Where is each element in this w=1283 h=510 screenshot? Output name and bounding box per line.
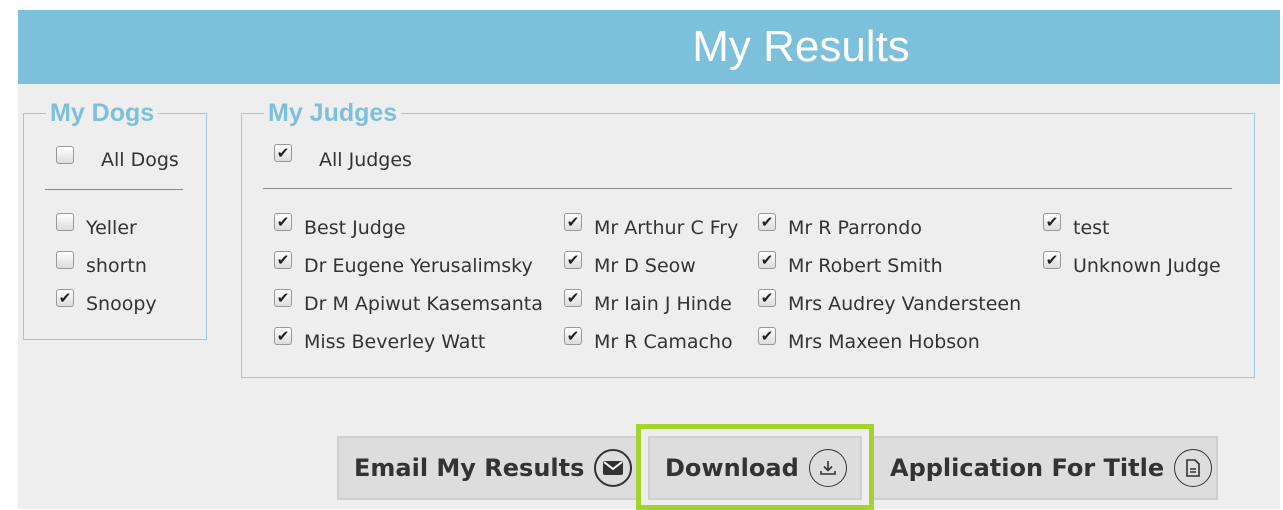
application-for-title-button[interactable]: Application For Title — [872, 436, 1218, 500]
judges-divider — [263, 188, 1232, 189]
judge-label[interactable]: Best Judge — [304, 217, 406, 239]
judge-label[interactable]: Dr Eugene Yerusalimsky — [304, 255, 533, 277]
judge-label[interactable]: Mr D Seow — [594, 255, 696, 277]
email-my-results-label: Email My Results — [354, 454, 585, 482]
judge-label[interactable]: Mr Iain J Hinde — [594, 293, 732, 315]
judge-label[interactable]: Unknown Judge — [1073, 255, 1221, 277]
judge-label[interactable]: Mr Arthur C Fry — [594, 217, 738, 239]
all-judges-label[interactable]: All Judges — [319, 149, 412, 171]
all-dogs-label[interactable]: All Dogs — [101, 149, 179, 171]
judge-label[interactable]: Mr R Camacho — [594, 331, 733, 353]
download-focus-highlight — [636, 424, 874, 510]
my-judges-legend: My Judges — [268, 99, 398, 127]
judge-checkbox[interactable]: ✔ — [564, 213, 582, 231]
dog-label-shortn[interactable]: shortn — [86, 255, 147, 277]
judge-label[interactable]: test — [1073, 217, 1110, 239]
dog-label-snoopy[interactable]: Snoopy — [86, 293, 157, 315]
judge-label[interactable]: Mr R Parrondo — [788, 217, 922, 239]
envelope-icon — [594, 449, 633, 487]
judge-label[interactable]: Mr Robert Smith — [788, 255, 943, 277]
dog-checkbox-yeller[interactable] — [56, 213, 74, 231]
judge-checkbox[interactable]: ✔ — [1043, 251, 1061, 269]
dog-checkbox-snoopy[interactable]: ✔ — [56, 289, 74, 307]
judge-checkbox[interactable]: ✔ — [564, 251, 582, 269]
dog-checkbox-shortn[interactable] — [56, 251, 74, 269]
judge-checkbox[interactable]: ✔ — [758, 289, 776, 307]
judge-checkbox[interactable]: ✔ — [564, 327, 582, 345]
judge-checkbox[interactable]: ✔ — [758, 213, 776, 231]
email-my-results-button[interactable]: Email My Results — [337, 436, 639, 500]
all-dogs-checkbox[interactable] — [56, 146, 74, 164]
page-header: My Results — [18, 10, 1280, 84]
judge-checkbox[interactable]: ✔ — [758, 251, 776, 269]
page-title: My Results — [692, 22, 910, 71]
judge-checkbox[interactable]: ✔ — [274, 213, 292, 231]
judge-checkbox[interactable]: ✔ — [758, 327, 776, 345]
application-for-title-label: Application For Title — [890, 454, 1165, 482]
judge-checkbox[interactable]: ✔ — [1043, 213, 1061, 231]
judge-label[interactable]: Dr M Apiwut Kasemsanta — [304, 293, 543, 315]
judge-label[interactable]: Miss Beverley Watt — [304, 331, 485, 353]
my-dogs-legend: My Dogs — [50, 99, 155, 127]
dogs-divider — [45, 189, 183, 190]
judge-checkbox[interactable]: ✔ — [274, 327, 292, 345]
judge-label[interactable]: Mrs Maxeen Hobson — [788, 331, 980, 353]
dog-label-yeller[interactable]: Yeller — [86, 217, 137, 239]
judge-checkbox[interactable]: ✔ — [564, 289, 582, 307]
judge-checkbox[interactable]: ✔ — [274, 251, 292, 269]
all-judges-checkbox[interactable]: ✔ — [274, 144, 292, 162]
judge-label[interactable]: Mrs Audrey Vandersteen — [788, 293, 1021, 315]
judge-checkbox[interactable]: ✔ — [274, 289, 292, 307]
document-icon — [1174, 449, 1213, 487]
